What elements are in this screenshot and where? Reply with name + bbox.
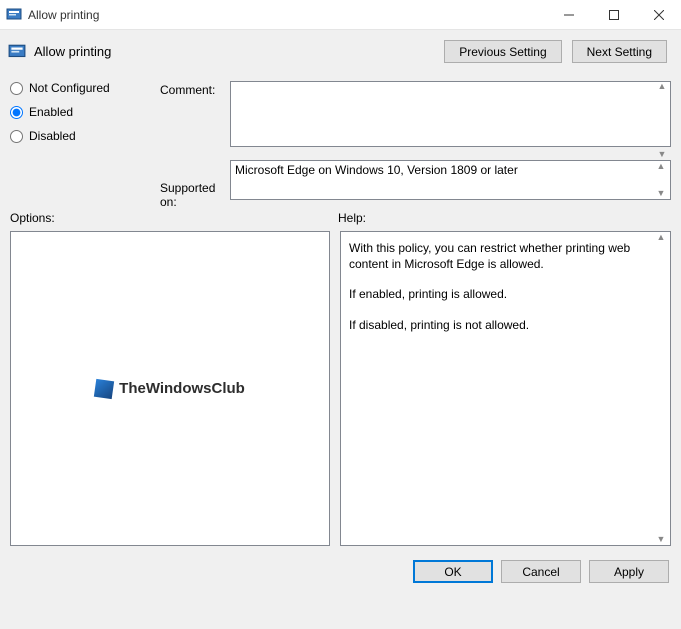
cancel-button[interactable]: Cancel xyxy=(501,560,581,583)
comment-label: Comment: xyxy=(160,81,230,103)
radio-disabled-input[interactable] xyxy=(10,130,23,143)
app-icon xyxy=(6,7,22,23)
radio-enabled-label: Enabled xyxy=(29,105,73,119)
radio-disabled-label: Disabled xyxy=(29,129,76,143)
titlebar: Allow printing xyxy=(0,0,681,30)
radio-enabled[interactable]: Enabled xyxy=(10,105,160,119)
help-paragraph-2: If enabled, printing is allowed. xyxy=(349,286,650,302)
ok-button[interactable]: OK xyxy=(413,560,493,583)
supported-on-text: Microsoft Edge on Windows 10, Version 18… xyxy=(235,163,518,177)
chevron-down-icon: ▼ xyxy=(657,189,666,198)
help-text: With this policy, you can restrict wheth… xyxy=(349,240,650,333)
supported-on-value: Microsoft Edge on Windows 10, Version 18… xyxy=(230,160,671,200)
apply-button[interactable]: Apply xyxy=(589,560,669,583)
chevron-up-icon: ▲ xyxy=(658,82,667,91)
options-panel: TheWindowsClub xyxy=(10,231,330,546)
chevron-down-icon: ▼ xyxy=(658,150,667,159)
next-setting-button[interactable]: Next Setting xyxy=(572,40,667,63)
comment-input[interactable] xyxy=(230,81,671,147)
state-radio-group: Not Configured Enabled Disabled xyxy=(10,81,160,201)
radio-enabled-input[interactable] xyxy=(10,106,23,119)
policy-title: Allow printing xyxy=(34,44,111,59)
watermark: TheWindowsClub xyxy=(95,380,245,398)
minimize-button[interactable] xyxy=(546,0,591,30)
radio-not-configured[interactable]: Not Configured xyxy=(10,81,160,95)
previous-setting-button[interactable]: Previous Setting xyxy=(444,40,561,63)
watermark-text: TheWindowsClub xyxy=(119,380,245,397)
help-scrollbar[interactable]: ▲ ▼ xyxy=(653,233,669,544)
window-title: Allow printing xyxy=(28,8,99,22)
chevron-down-icon: ▼ xyxy=(657,535,666,544)
options-label: Options: xyxy=(10,211,338,225)
radio-not-configured-input[interactable] xyxy=(10,82,23,95)
dialog-buttons: OK Cancel Apply xyxy=(0,546,681,583)
supported-scrollbar[interactable]: ▲ ▼ xyxy=(653,162,669,198)
help-panel: With this policy, you can restrict wheth… xyxy=(340,231,671,546)
policy-icon xyxy=(8,43,26,61)
comment-scrollbar[interactable]: ▲ ▼ xyxy=(654,82,670,159)
supported-on-label: Supported on: xyxy=(160,179,230,201)
chevron-up-icon: ▲ xyxy=(657,233,666,242)
help-label: Help: xyxy=(338,211,366,225)
radio-not-configured-label: Not Configured xyxy=(29,81,110,95)
maximize-button[interactable] xyxy=(591,0,636,30)
close-button[interactable] xyxy=(636,0,681,30)
radio-disabled[interactable]: Disabled xyxy=(10,129,160,143)
help-paragraph-3: If disabled, printing is not allowed. xyxy=(349,317,650,333)
watermark-icon xyxy=(94,378,114,398)
chevron-up-icon: ▲ xyxy=(657,162,666,171)
header: Allow printing Previous Setting Next Set… xyxy=(0,30,681,81)
help-paragraph-1: With this policy, you can restrict wheth… xyxy=(349,240,650,272)
